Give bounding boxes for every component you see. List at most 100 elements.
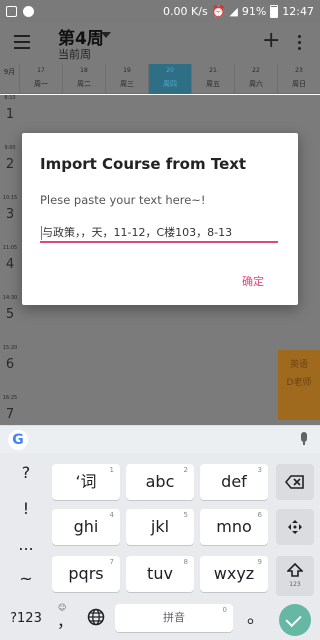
period-number: 3 [5,207,15,222]
key-number: 8 [183,558,188,566]
battery-icon [270,4,279,18]
period-cell: 16:25 7 [0,395,20,422]
period-number: 4 [5,257,15,272]
key-label: ... [18,535,34,554]
key-number: 7 [109,558,114,566]
space-key[interactable]: 拼音 0 [115,604,233,632]
key-question[interactable]: ? [6,463,46,493]
more-options-icon[interactable] [298,35,302,53]
notification-icon [6,5,17,17]
comma-key[interactable]: ☺ ， [52,603,78,635]
key-label: tuv [147,564,173,583]
day-date: 23 [295,67,303,74]
period-time: 10:15 [2,195,18,201]
symbols-key[interactable]: ?123 [4,605,48,633]
enter-button[interactable] [279,604,311,636]
period-number: 6 [5,357,15,372]
period-cell: 15:20 6 [0,345,20,372]
period-key[interactable]: 。 [244,603,268,631]
dialog-hint: Plese paste your text here~! [40,193,206,207]
day-date: 19 [123,67,131,74]
import-dialog: Import Course from Text Plese paste your… [22,133,298,305]
backspace-key[interactable] [276,464,314,500]
period-time: 9:00 [4,145,16,151]
key-number: 2 [183,466,188,474]
day-weekday: 周三 [120,80,134,88]
key-ellipsis[interactable]: ... [6,535,46,565]
key-ghi[interactable]: ghi 4 [52,509,120,545]
key-label: ? [21,463,31,482]
day-header: 19 周三 [106,64,149,94]
keyboard-toolbar: G [0,425,320,453]
key-label: ‘词 [75,472,97,491]
shift-sublabel: 123 [289,581,301,588]
day-date: 20 [166,67,174,74]
confirm-button[interactable]: 确定 [242,273,264,289]
day-header-row: 9月 17 周一 18 周二 19 周三 20 周四 21 周五 22 周六 23 周日 [0,64,320,94]
day-weekday: 周二 [77,80,91,88]
key-jkl[interactable]: jkl 5 [126,509,194,545]
backspace-icon [284,475,304,489]
day-weekday: 周日 [292,80,306,88]
period-number: 7 [5,407,15,422]
day-date: 21 [209,67,217,74]
period-time: 16:25 [2,395,18,401]
key-number: 9 [257,558,262,566]
shift-icon [286,562,304,577]
day-weekday: 周六 [249,80,263,88]
key-exclamation[interactable]: ! [6,499,46,529]
key-number: 6 [257,511,262,519]
key-label: ghi [73,517,99,536]
move-cursor-icon [288,520,302,534]
period-time: 8:10 [4,95,16,101]
key-label: mno [216,517,252,536]
language-key[interactable] [84,603,108,631]
keyboard: ? ! ... ~ ‘词 1 abc 2 def 3 ghi 4 jkl 5 mno 6 p… [0,453,320,640]
microphone-icon[interactable] [300,432,308,446]
key-tuv[interactable]: tuv 8 [126,556,194,592]
day-date: 18 [80,67,88,74]
day-weekday: 周四 [163,80,177,88]
day-header: 18 周二 [63,64,106,94]
dialog-title: Import Course from Text [40,155,247,173]
key-def[interactable]: def 3 [200,464,268,500]
google-icon[interactable]: G [8,430,28,450]
key-number: 1 [109,466,114,474]
period-time: 15:20 [2,345,18,351]
course-text-value: 与政策，，天，11-12，C楼103，8-13 [42,226,233,239]
course-block[interactable]: 英语 D老师 [278,350,320,420]
key-number: 0 [222,606,227,614]
key-tilde[interactable]: ~ [6,569,46,599]
key-wxyz[interactable]: wxyz 9 [200,556,268,592]
course-name: 英语 [289,360,308,370]
period-time: 11:05 [2,245,18,251]
period-time: 14:30 [2,295,18,301]
status-bar: 0.00 K/s ⏰ ◢ 91% 12:47 [0,0,320,22]
period-cell: 11:05 4 [0,245,20,272]
day-date: 17 [37,67,45,74]
key-mno[interactable]: mno 6 [200,509,268,545]
menu-icon[interactable] [14,35,30,49]
app-notification-icon [23,5,34,17]
day-weekday: 周一 [34,80,48,88]
key-1[interactable]: ‘词 1 [52,464,120,500]
key-label: def [221,472,247,491]
shift-key[interactable]: 123 [276,556,314,596]
day-header: 22 周六 [235,64,278,94]
key-abc[interactable]: abc 2 [126,464,194,500]
key-number: 5 [183,511,188,519]
key-number: 3 [257,466,262,474]
key-number: 4 [109,511,114,519]
course-text-input[interactable]: 与政策，，天，11-12，C楼103，8-13 [40,221,278,243]
period-cell: 10:15 3 [0,195,20,222]
course-teacher: D老师 [286,378,312,388]
key-pqrs[interactable]: pqrs 7 [52,556,120,592]
add-icon[interactable]: + [262,30,280,52]
day-header-today: 20 周四 [149,64,192,94]
period-number: 5 [5,307,15,322]
dropdown-caret-icon[interactable] [101,32,111,38]
period-cell: 14:30 5 [0,295,20,322]
cursor-move-key[interactable] [276,509,314,545]
signal-icon: ◢ [229,4,238,18]
period-number: 1 [5,107,15,122]
